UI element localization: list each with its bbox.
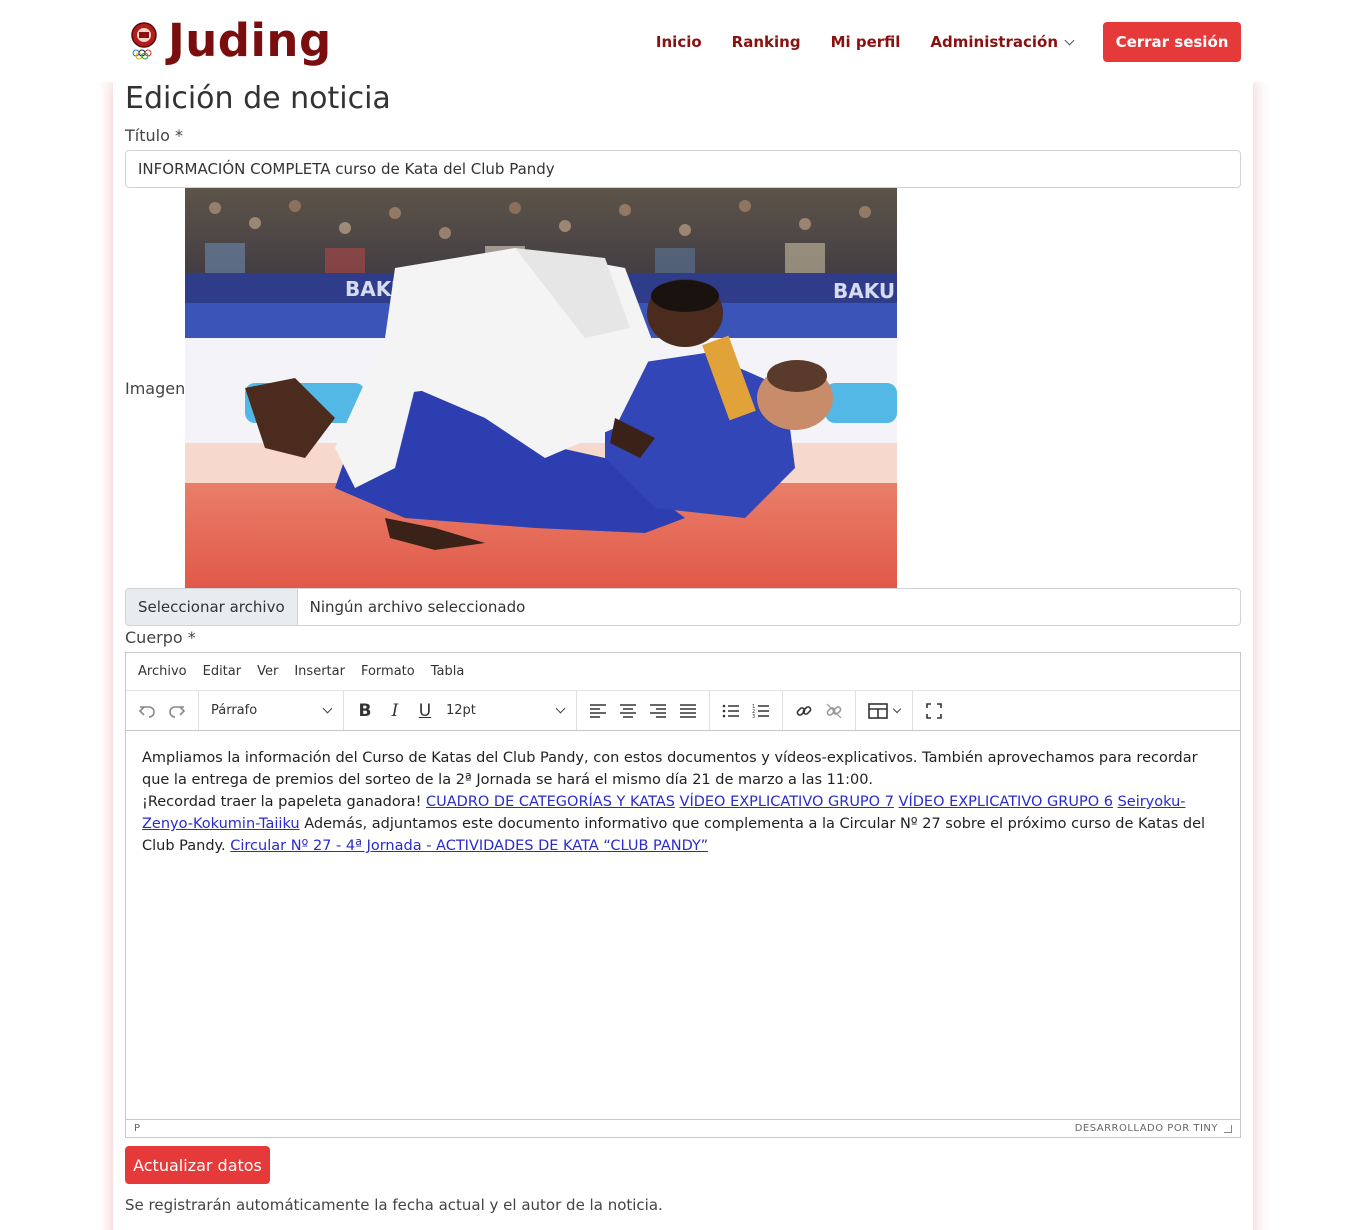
link-video-grupo-6[interactable]: VÍDEO EXPLICATIVO GRUPO 6 xyxy=(899,794,1113,810)
underline-icon[interactable]: U xyxy=(410,696,440,726)
table-group xyxy=(856,691,913,730)
fullscreen-icon[interactable] xyxy=(919,696,949,726)
news-image: BAKU BAKU xyxy=(185,188,897,588)
align-left-icon[interactable] xyxy=(583,696,613,726)
select-file-button[interactable]: Seleccionar archivo xyxy=(126,589,298,625)
align-justify-icon[interactable] xyxy=(673,696,703,726)
block-format-value: Párrafo xyxy=(211,703,258,718)
font-size-select[interactable]: 12pt xyxy=(440,696,570,726)
align-right-icon[interactable] xyxy=(643,696,673,726)
body-paragraph-2: ¡Recordad traer la papeleta ganadora! CU… xyxy=(142,791,1224,857)
chevron-down-icon xyxy=(892,704,902,713)
block-format-group: Párrafo xyxy=(199,691,344,730)
bullet-list-icon[interactable] xyxy=(716,696,746,726)
editor-toolbar: Párrafo B I U 12pt 1 2 3 xyxy=(126,691,1240,731)
align-center-icon[interactable] xyxy=(613,696,643,726)
link-group xyxy=(783,691,856,730)
table-icon[interactable] xyxy=(862,696,906,726)
navbar: Juding Inicio Ranking Mi perfil Administ… xyxy=(0,0,1366,82)
editor-menubar: Archivo Editar Ver Insertar Formato Tabl… xyxy=(126,653,1240,691)
element-path[interactable]: P xyxy=(134,1123,140,1134)
auto-register-note: Se registrarán automáticamente la fecha … xyxy=(125,1196,663,1214)
svg-text:3: 3 xyxy=(752,714,755,719)
image-label: Imagen xyxy=(125,378,186,398)
logout-button[interactable]: Cerrar sesión xyxy=(1103,22,1241,62)
font-size-value: 12pt xyxy=(446,703,476,718)
editor-content[interactable]: Ampliamos la información del Curso de Ka… xyxy=(126,731,1240,1119)
text-style-group: B I U 12pt xyxy=(344,691,577,730)
rich-text-editor: Archivo Editar Ver Insertar Formato Tabl… xyxy=(125,652,1241,1138)
title-input-value: INFORMACIÓN COMPLETA curso de Kata del C… xyxy=(138,160,555,178)
news-edit-form: Edición de noticia Título * INFORMACIÓN … xyxy=(125,80,1241,1214)
page-title: Edición de noticia xyxy=(125,81,391,116)
nav-inicio[interactable]: Inicio xyxy=(656,33,702,51)
chevron-down-icon xyxy=(322,703,333,714)
nav-mi-perfil[interactable]: Mi perfil xyxy=(831,33,901,51)
unlink-icon[interactable] xyxy=(819,696,849,726)
link-icon[interactable] xyxy=(789,696,819,726)
menu-tabla[interactable]: Tabla xyxy=(431,664,465,679)
brand-name: Juding xyxy=(168,14,332,67)
block-format-select[interactable]: Párrafo xyxy=(205,696,337,726)
menu-editar[interactable]: Editar xyxy=(203,664,242,679)
link-video-grupo-7[interactable]: VÍDEO EXPLICATIVO GRUPO 7 xyxy=(680,794,894,810)
title-label: Título * xyxy=(125,126,183,145)
fullscreen-group xyxy=(913,691,955,730)
link-circular-27[interactable]: Circular Nº 27 - 4ª Jornada - ACTIVIDADE… xyxy=(230,838,708,854)
alignment-group xyxy=(577,691,710,730)
judo-photo-illustration: BAKU BAKU xyxy=(185,188,897,588)
menu-archivo[interactable]: Archivo xyxy=(138,664,187,679)
body-lead-text: ¡Recordad traer la papeleta ganadora! xyxy=(142,794,422,810)
chevron-down-icon xyxy=(555,703,566,714)
menu-formato[interactable]: Formato xyxy=(361,664,415,679)
brand[interactable]: Juding xyxy=(128,14,332,68)
file-status-text: Ningún archivo seleccionado xyxy=(309,598,526,616)
banner-text-2: BAKU xyxy=(833,279,895,303)
chevron-down-icon xyxy=(1064,35,1075,45)
powered-by-tiny[interactable]: DESARROLLADO POR TINY xyxy=(1075,1123,1218,1134)
italic-icon[interactable]: I xyxy=(380,696,410,726)
body-label: Cuerpo * xyxy=(125,628,196,647)
main-nav: Inicio Ranking Mi perfil Administración … xyxy=(626,22,1241,62)
nav-administracion-dropdown[interactable]: Administración xyxy=(930,33,1075,51)
redo-icon[interactable] xyxy=(162,696,192,726)
title-input[interactable]: INFORMACIÓN COMPLETA curso de Kata del C… xyxy=(125,150,1241,188)
nav-administracion-label: Administración xyxy=(930,33,1058,51)
update-button[interactable]: Actualizar datos xyxy=(125,1146,270,1184)
history-group xyxy=(126,691,199,730)
nav-ranking[interactable]: Ranking xyxy=(732,33,801,51)
bold-icon[interactable]: B xyxy=(350,696,380,726)
club-emblem-icon xyxy=(131,22,157,60)
list-group: 123 xyxy=(710,691,783,730)
numbered-list-icon[interactable]: 123 xyxy=(746,696,776,726)
resize-handle-icon[interactable] xyxy=(1224,1124,1232,1133)
menu-ver[interactable]: Ver xyxy=(257,664,278,679)
image-row: Imagen BAKU BAKU xyxy=(125,188,1241,588)
file-input[interactable]: Seleccionar archivo Ningún archivo selec… xyxy=(125,588,1241,626)
menu-insertar[interactable]: Insertar xyxy=(294,664,345,679)
link-cuadro-categorias[interactable]: CUADRO DE CATEGORÍAS Y KATAS xyxy=(426,794,675,810)
undo-icon[interactable] xyxy=(132,696,162,726)
editor-statusbar: P DESARROLLADO POR TINY xyxy=(126,1119,1240,1137)
body-paragraph-1: Ampliamos la información del Curso de Ka… xyxy=(142,750,1198,788)
